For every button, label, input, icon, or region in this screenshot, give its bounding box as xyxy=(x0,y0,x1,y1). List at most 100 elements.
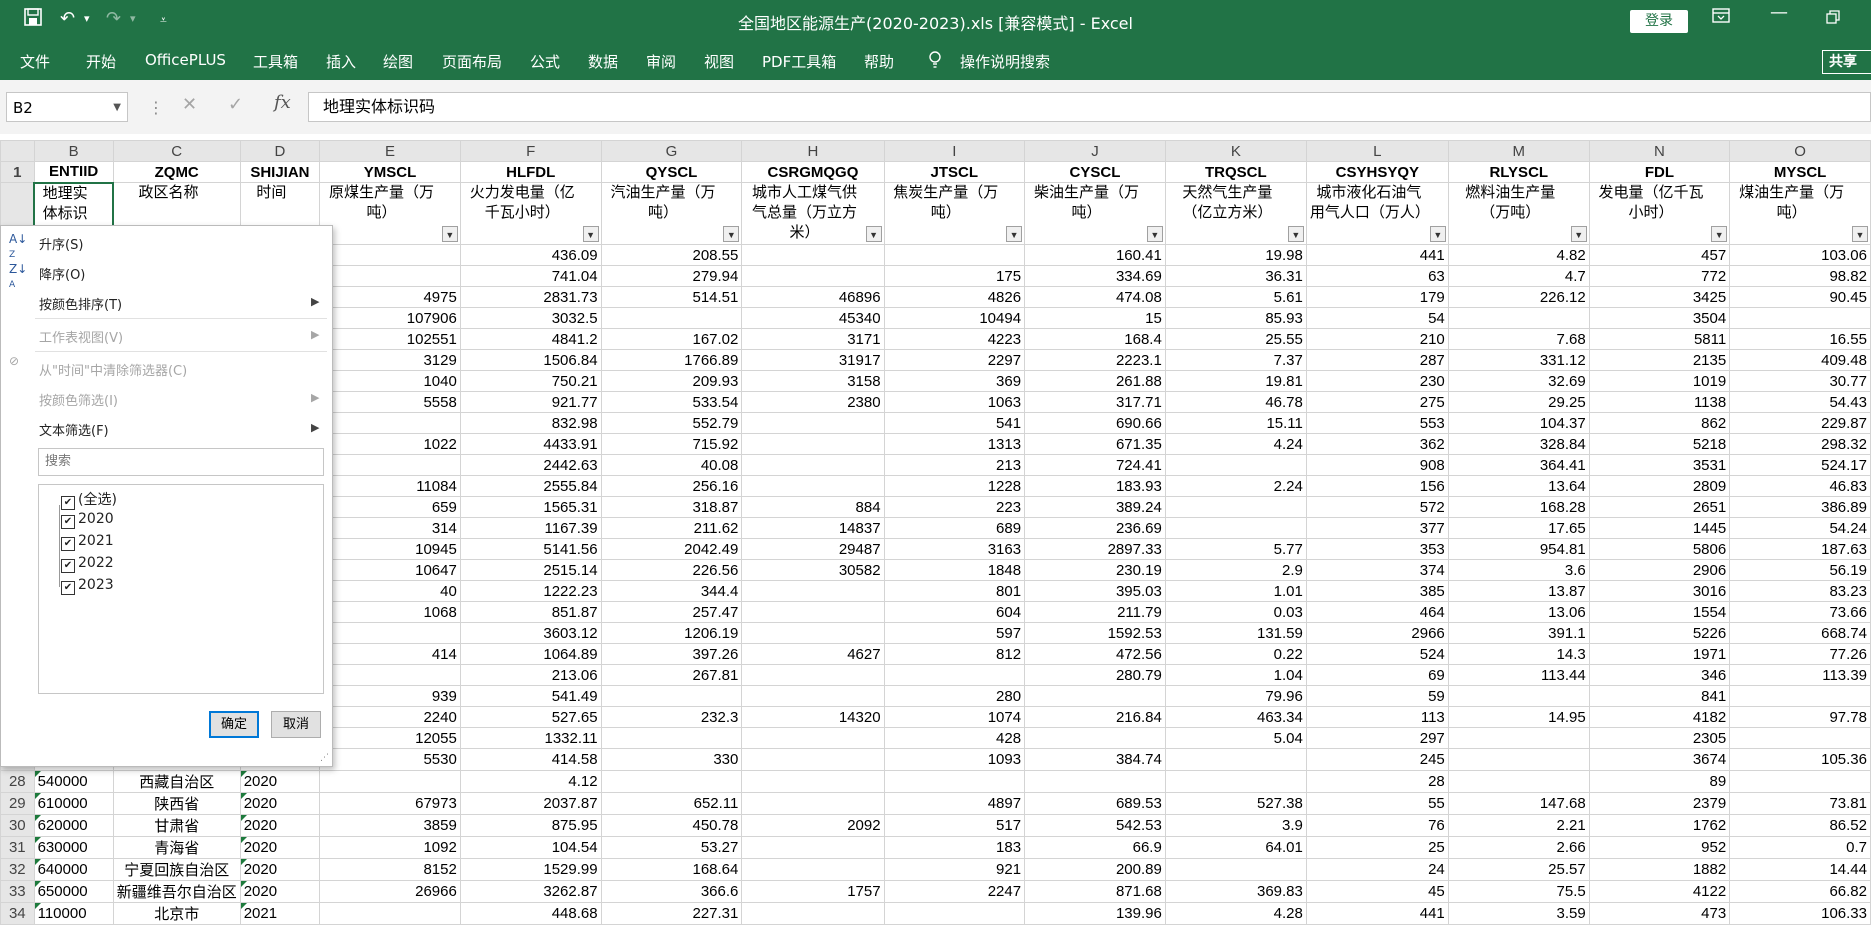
cell[interactable]: 1313 xyxy=(883,433,1026,455)
enter-icon[interactable]: ✓ xyxy=(228,94,243,115)
cell[interactable]: 772 xyxy=(1588,265,1731,287)
cell[interactable]: 514.51 xyxy=(600,286,743,308)
field-code-cell[interactable]: ENTIID xyxy=(33,161,114,183)
tab-formulas[interactable]: 公式 xyxy=(530,51,560,72)
cell[interactable]: 2240 xyxy=(319,706,461,728)
field-name-cell[interactable]: 燃料油生产量（万吨） ▼ xyxy=(1447,182,1590,245)
cell[interactable]: 4.24 xyxy=(1164,433,1307,455)
cell[interactable]: 5806 xyxy=(1588,538,1731,560)
cell[interactable]: 4122 xyxy=(1588,880,1731,903)
cell[interactable]: 46.78 xyxy=(1164,391,1307,413)
cell[interactable]: 750.21 xyxy=(459,370,602,392)
cell[interactable]: 3.6 xyxy=(1447,559,1590,581)
cell[interactable]: 4.28 xyxy=(1164,902,1307,925)
cell[interactable]: 597 xyxy=(883,622,1026,644)
cell[interactable]: 36.31 xyxy=(1164,265,1307,287)
cell[interactable]: 527.65 xyxy=(459,706,602,728)
cell[interactable]: 168.28 xyxy=(1447,496,1590,518)
cell[interactable] xyxy=(741,792,885,815)
cell[interactable]: 3171 xyxy=(741,328,885,350)
cell[interactable]: 1222.23 xyxy=(459,580,602,602)
cell[interactable]: 5218 xyxy=(1588,433,1731,455)
column-header-k[interactable]: K xyxy=(1164,140,1307,162)
filter-dropdown-icon[interactable]: ▼ xyxy=(1852,226,1868,242)
cell[interactable]: 15.11 xyxy=(1164,412,1307,434)
cell[interactable]: 10494 xyxy=(883,307,1026,329)
sort-descending-item[interactable]: 降序(O) xyxy=(39,264,85,283)
column-header-g[interactable]: G xyxy=(600,140,743,162)
cell[interactable]: 3603.12 xyxy=(459,622,602,644)
cell[interactable]: 2379 xyxy=(1588,792,1731,815)
cell[interactable]: 226.56 xyxy=(600,559,743,581)
cell[interactable]: 25.57 xyxy=(1447,858,1590,881)
row-header[interactable]: 33 xyxy=(0,880,35,903)
cell[interactable]: 31917 xyxy=(741,349,885,371)
cell[interactable]: 4975 xyxy=(319,286,461,308)
cell[interactable]: 5811 xyxy=(1588,328,1731,350)
cell[interactable]: 106.33 xyxy=(1729,902,1871,925)
cell[interactable] xyxy=(319,902,461,925)
cell[interactable]: 12055 xyxy=(319,727,461,749)
cell[interactable]: 104.37 xyxy=(1447,412,1590,434)
field-code-cell[interactable]: CSYHSYQY xyxy=(1305,161,1449,183)
cell[interactable]: 230.19 xyxy=(1024,559,1166,581)
cell[interactable]: 0.7 xyxy=(1729,836,1871,859)
cell[interactable] xyxy=(1729,307,1871,329)
name-box[interactable]: B2 ▼ xyxy=(6,92,128,122)
cell[interactable]: 2020 xyxy=(239,836,321,859)
column-header-n[interactable]: N xyxy=(1588,140,1731,162)
cell[interactable]: 160.41 xyxy=(1024,244,1166,266)
field-code-cell[interactable]: HLFDL xyxy=(459,161,602,183)
cell[interactable]: 113 xyxy=(1305,706,1449,728)
cell[interactable]: 395.03 xyxy=(1024,580,1166,602)
cell[interactable]: 56.19 xyxy=(1729,559,1871,581)
cell[interactable]: 884 xyxy=(741,496,885,518)
cell[interactable]: 97.78 xyxy=(1729,706,1871,728)
cell[interactable] xyxy=(883,902,1026,925)
filter-dropdown-icon[interactable]: ▼ xyxy=(1287,226,1304,242)
cell[interactable]: 2021 xyxy=(239,902,321,925)
row-header[interactable]: 28 xyxy=(0,770,35,793)
cell[interactable] xyxy=(741,433,885,455)
cell[interactable]: 5226 xyxy=(1588,622,1731,644)
cell[interactable]: 4627 xyxy=(741,643,885,665)
cell[interactable]: 280 xyxy=(883,685,1026,707)
cell[interactable] xyxy=(883,664,1026,686)
cell[interactable]: 2223.1 xyxy=(1024,349,1166,371)
cell[interactable] xyxy=(1729,685,1871,707)
cell[interactable]: 25 xyxy=(1305,836,1449,859)
cell[interactable]: 832.98 xyxy=(459,412,602,434)
cell[interactable] xyxy=(319,244,461,266)
field-name-cell[interactable]: 发电量（亿千瓦小时） ▼ xyxy=(1588,182,1731,245)
cell[interactable]: 441 xyxy=(1305,902,1449,925)
cell[interactable] xyxy=(741,902,885,925)
column-header-o[interactable]: O xyxy=(1729,140,1871,162)
cell[interactable]: 862 xyxy=(1588,412,1731,434)
cell[interactable]: 261.88 xyxy=(1024,370,1166,392)
cell[interactable]: 79.96 xyxy=(1164,685,1307,707)
ribbon-display-icon[interactable] xyxy=(1712,8,1730,29)
cell[interactable]: 2897.33 xyxy=(1024,538,1166,560)
cell[interactable]: 2515.14 xyxy=(459,559,602,581)
cell[interactable]: 1762 xyxy=(1588,814,1731,837)
cell[interactable]: 377 xyxy=(1305,517,1449,539)
cell[interactable]: 183 xyxy=(883,836,1026,859)
cell[interactable]: 55 xyxy=(1305,792,1449,815)
cell[interactable]: 297 xyxy=(1305,727,1449,749)
cell[interactable] xyxy=(319,412,461,434)
cell[interactable]: 229.87 xyxy=(1729,412,1871,434)
tell-me-search[interactable]: 操作说明搜索 xyxy=(960,51,1050,72)
cell[interactable]: 14320 xyxy=(741,706,885,728)
cell[interactable]: 223 xyxy=(883,496,1026,518)
filter-item-2023[interactable]: ✔ 2023 xyxy=(61,577,114,595)
cell[interactable]: 330 xyxy=(600,748,743,771)
cell[interactable]: 1019 xyxy=(1588,370,1731,392)
cell[interactable]: 2297 xyxy=(883,349,1026,371)
cell[interactable]: 46.83 xyxy=(1729,475,1871,497)
cell[interactable] xyxy=(319,770,461,793)
select-all-corner[interactable] xyxy=(0,140,35,162)
column-header-h[interactable]: H xyxy=(741,140,885,162)
cell[interactable]: 391.1 xyxy=(1447,622,1590,644)
cell[interactable]: 457 xyxy=(1588,244,1731,266)
column-header-j[interactable]: J xyxy=(1024,140,1166,162)
